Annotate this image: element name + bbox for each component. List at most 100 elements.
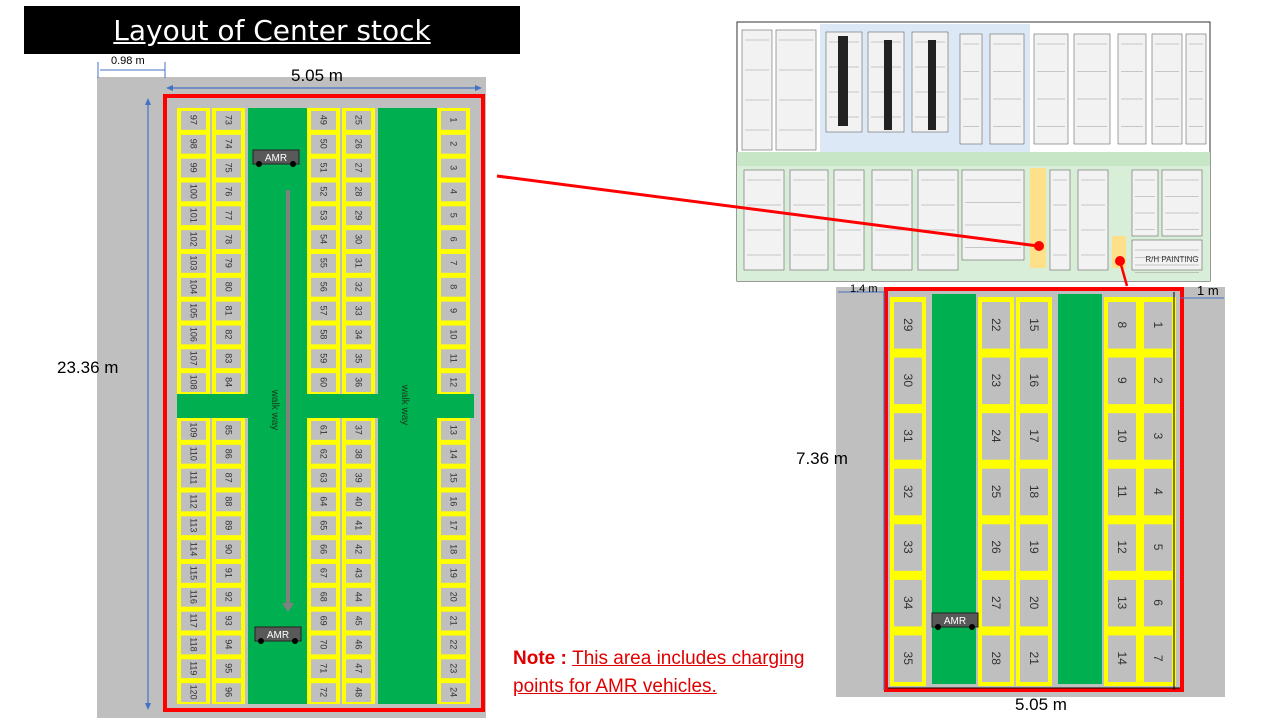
left-slot-number: 23 — [449, 663, 459, 673]
left-slot-number: 69 — [319, 616, 329, 626]
left-slot-number: 95 — [224, 663, 234, 673]
plant-map-machine-block — [989, 33, 1025, 145]
left-slot-number: 63 — [319, 473, 329, 483]
left-width-label: 5.05 m — [291, 66, 343, 85]
right-height-label: 7.36 m — [796, 449, 848, 468]
right-slot-number: 26 — [989, 540, 1003, 554]
left-amr-1-wheel-right — [290, 161, 296, 167]
right-slot-number: 21 — [1027, 652, 1041, 666]
left-slot-number: 84 — [224, 377, 234, 387]
right-slot-number: 35 — [901, 652, 915, 666]
left-slot-number: 80 — [224, 282, 234, 292]
left-slot-number: 47 — [354, 663, 364, 673]
left-slot-number: 40 — [354, 496, 364, 506]
right-slot-number: 12 — [1115, 540, 1129, 554]
left-slot-number: 35 — [354, 353, 364, 363]
left-slot-number: 66 — [319, 544, 329, 554]
left-slot-number: 101 — [189, 208, 199, 223]
left-slot-number: 29 — [354, 210, 364, 220]
left-slot-number: 78 — [224, 234, 234, 244]
right-slot-number: 14 — [1115, 652, 1129, 666]
right-slot-number: 16 — [1027, 374, 1041, 388]
left-slot-number: 68 — [319, 592, 329, 602]
left-amr-2-wheel-right — [292, 638, 298, 644]
left-slot-number: 90 — [224, 544, 234, 554]
left-slot-number: 1 — [449, 117, 459, 122]
left-offset-label: 0.98 m — [111, 55, 145, 67]
left-slot-number: 42 — [354, 544, 364, 554]
left-slot-number: 52 — [319, 186, 329, 196]
left-slot-number: 51 — [319, 163, 329, 173]
right-slot-number: 20 — [1027, 596, 1041, 610]
left-slot-number: 26 — [354, 139, 364, 149]
right-amr-wheel-left — [935, 624, 941, 630]
right-right-offset-label: 1 m — [1197, 283, 1219, 298]
left-slot-number: 38 — [354, 449, 364, 459]
right-slot-number: 8 — [1115, 321, 1129, 328]
right-slot-number: 4 — [1151, 488, 1165, 495]
plant-map-machine-block — [1073, 33, 1111, 145]
right-slot-number: 32 — [901, 485, 915, 499]
left-slot-number: 89 — [224, 520, 234, 530]
left-slot-number: 27 — [354, 163, 364, 173]
left-slot-number: 36 — [354, 377, 364, 387]
left-slot-number: 5 — [449, 213, 459, 218]
left-amr-1: AMR — [252, 149, 300, 167]
right-slot-number: 33 — [901, 540, 915, 554]
plant-map-machine-block — [1151, 33, 1183, 145]
note-prefix: Note : — [513, 648, 567, 669]
left-slot-number: 24 — [449, 687, 459, 697]
left-slot-number: 81 — [224, 306, 234, 316]
right-slot-number: 13 — [1115, 596, 1129, 610]
left-slot-number: 54 — [319, 234, 329, 244]
left-slot-number: 120 — [189, 685, 199, 700]
left-walkway-horizontal — [177, 394, 474, 418]
left-slot-number: 46 — [354, 639, 364, 649]
left-slot-number: 11 — [449, 354, 459, 363]
left-slot-number: 86 — [224, 449, 234, 459]
left-slot-number: 117 — [189, 613, 199, 627]
left-slot-number: 96 — [224, 687, 234, 697]
right-slot-number: 19 — [1027, 540, 1041, 554]
left-slot-number: 99 — [189, 163, 199, 173]
right-slot-number: 31 — [901, 429, 915, 443]
left-slot-number: 25 — [354, 115, 364, 125]
left-slot-number: 20 — [449, 592, 459, 602]
left-slot-number: 43 — [354, 568, 364, 578]
left-slot-number: 61 — [319, 425, 329, 435]
left-slot-number: 55 — [319, 258, 329, 268]
left-slot-number: 65 — [319, 520, 329, 530]
left-slot-number: 110 — [189, 447, 199, 461]
plant-map-dark-machine — [928, 40, 936, 130]
left-amr-2-label: AMR — [267, 630, 289, 641]
right-walkway-2 — [1058, 294, 1102, 684]
left-slot-number: 44 — [354, 592, 364, 602]
left-slot-number: 14 — [449, 449, 459, 459]
left-slot-number: 21 — [449, 616, 459, 626]
right-slot-number: 3 — [1151, 433, 1165, 440]
plant-map-machine-block — [1185, 33, 1207, 145]
left-slot-number: 98 — [189, 139, 199, 149]
left-slot-number: 22 — [449, 639, 459, 649]
right-slot-number: 6 — [1151, 599, 1165, 606]
plant-map-machine-block — [775, 29, 817, 151]
left-slot-number: 12 — [449, 377, 459, 387]
left-slot-number: 60 — [319, 377, 329, 387]
left-slot-number: 62 — [319, 449, 329, 459]
left-slot-number: 104 — [189, 279, 199, 294]
left-slot-number: 53 — [319, 210, 329, 220]
left-slot-number: 18 — [449, 544, 459, 554]
plant-map-corridor — [737, 152, 1210, 166]
plant-map-label: R/H PAINTING — [1145, 255, 1198, 264]
right-slot-number: 17 — [1027, 429, 1041, 443]
right-slot-number: 18 — [1027, 485, 1041, 499]
left-slot-number: 16 — [449, 496, 459, 506]
left-slot-number: 103 — [189, 255, 199, 270]
left-slot-number: 73 — [224, 115, 234, 125]
left-slot-number: 58 — [319, 329, 329, 339]
left-slot-number: 114 — [189, 542, 199, 556]
left-walkway-label-2: walk way — [399, 384, 410, 426]
left-slot-number: 71 — [319, 663, 329, 673]
left-slot-number: 39 — [354, 473, 364, 483]
right-slot-number: 24 — [989, 429, 1003, 443]
